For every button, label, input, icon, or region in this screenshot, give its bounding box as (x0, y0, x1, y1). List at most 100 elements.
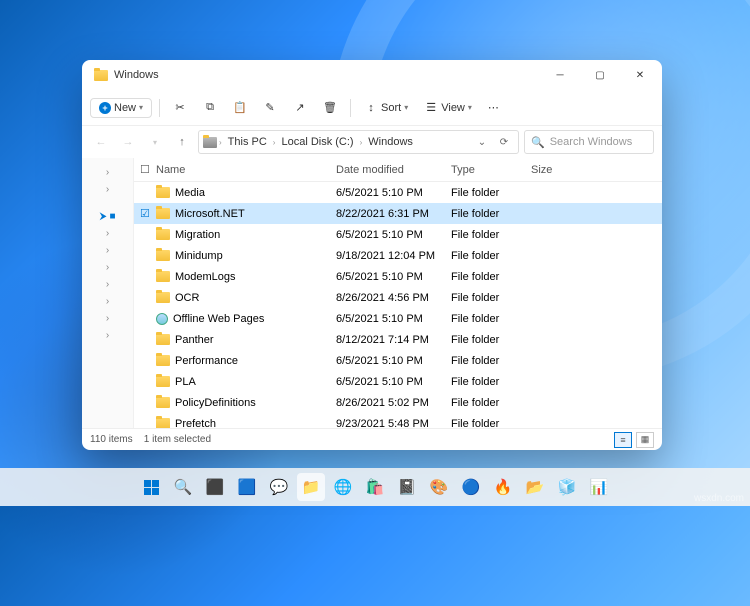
file-row[interactable]: Offline Web Pages 6/5/2021 5:10 PM File … (134, 308, 662, 329)
rename-button[interactable]: ✎ (257, 97, 283, 119)
folder-icon (156, 292, 170, 303)
file-date: 8/26/2021 5:02 PM (336, 397, 451, 409)
delete-button[interactable]: 🗑 (317, 97, 343, 119)
breadcrumb-thispc[interactable]: This PC (224, 134, 271, 150)
maximize-button[interactable]: ▢ (580, 60, 620, 90)
refresh-button[interactable]: ⟳ (494, 137, 514, 148)
folder-icon (156, 229, 170, 240)
folder-icon (156, 418, 170, 428)
select-all-checkbox[interactable]: ☐ (140, 163, 156, 176)
up-button[interactable]: ↑ (171, 131, 193, 153)
taskbar-chat[interactable]: 💬 (265, 473, 293, 501)
search-input[interactable]: 🔍 Search Windows (524, 130, 654, 154)
breadcrumb-dropdown[interactable]: ⌄ (472, 137, 492, 148)
icons-view-button[interactable]: ▦ (636, 432, 654, 448)
view-icon: ☰ (424, 101, 438, 115)
titlebar[interactable]: Windows ─ ▢ ✕ (82, 60, 662, 90)
taskbar-app5[interactable]: 📂 (521, 473, 549, 501)
file-date: 8/22/2021 6:31 PM (336, 208, 451, 220)
paste-button[interactable]: 📋 (227, 97, 253, 119)
plus-icon: + (99, 102, 111, 114)
taskbar: 🔍 ⬛ 🟦 💬 📁 🌐 🛍️ 📓 🎨 🔵 🔥 📂 🧊 📊 (0, 468, 750, 506)
toolbar: + New ▾ ✂ ⧉ 📋 ✎ ↗ 🗑 ↕ Sort ▾ ☰ View ▾ ⋯ (82, 90, 662, 126)
taskbar-search[interactable]: 🔍 (169, 473, 197, 501)
taskbar-app6[interactable]: 🧊 (553, 473, 581, 501)
file-type: File folder (451, 418, 531, 429)
file-type: File folder (451, 292, 531, 304)
file-row[interactable]: PLA 6/5/2021 5:10 PM File folder (134, 371, 662, 392)
column-name[interactable]: Name (156, 164, 336, 176)
taskbar-explorer[interactable]: 📁 (297, 473, 325, 501)
new-button[interactable]: + New ▾ (90, 98, 152, 118)
breadcrumb[interactable]: › This PC › Local Disk (C:) › Windows ⌄ … (198, 130, 519, 154)
taskbar-edge[interactable]: 🌐 (329, 473, 357, 501)
file-type: File folder (451, 271, 531, 283)
minimize-button[interactable]: ─ (540, 60, 580, 90)
breadcrumb-folder[interactable]: Windows (364, 134, 417, 150)
file-name: Performance (175, 355, 238, 367)
view-button[interactable]: ☰ View ▾ (418, 97, 478, 119)
file-name: Offline Web Pages (173, 313, 264, 325)
taskbar-app1[interactable]: 📓 (393, 473, 421, 501)
file-type: File folder (451, 355, 531, 367)
file-row[interactable]: Minidump 9/18/2021 12:04 PM File folder (134, 245, 662, 266)
column-size[interactable]: Size (531, 164, 591, 176)
copy-button[interactable]: ⧉ (197, 97, 223, 119)
file-list: ☐ Name Date modified Type Size Media 6/5… (134, 158, 662, 428)
file-type: File folder (451, 397, 531, 409)
file-name: PLA (175, 376, 196, 388)
file-name: PolicyDefinitions (175, 397, 256, 409)
taskbar-widgets[interactable]: 🟦 (233, 473, 261, 501)
file-type: File folder (451, 229, 531, 241)
file-type: File folder (451, 250, 531, 262)
status-bar: 110 items 1 item selected ≡ ▦ (82, 428, 662, 450)
scissors-icon: ✂ (173, 101, 187, 115)
file-date: 6/5/2021 5:10 PM (336, 355, 451, 367)
details-view-button[interactable]: ≡ (614, 432, 632, 448)
column-headers: ☐ Name Date modified Type Size (134, 158, 662, 182)
folder-icon (156, 187, 170, 198)
column-date[interactable]: Date modified (336, 164, 451, 176)
globe-icon (156, 313, 168, 325)
file-row[interactable]: Panther 8/12/2021 7:14 PM File folder (134, 329, 662, 350)
item-count: 110 items (90, 434, 133, 445)
file-name: Migration (175, 229, 220, 241)
sort-icon: ↕ (364, 101, 378, 115)
window-title: Windows (114, 69, 159, 81)
file-row[interactable]: PolicyDefinitions 8/26/2021 5:02 PM File… (134, 392, 662, 413)
taskbar-app2[interactable]: 🎨 (425, 473, 453, 501)
file-row[interactable]: ModemLogs 6/5/2021 5:10 PM File folder (134, 266, 662, 287)
sort-button[interactable]: ↕ Sort ▾ (358, 97, 414, 119)
drive-icon (203, 137, 217, 148)
taskbar-taskview[interactable]: ⬛ (201, 473, 229, 501)
column-type[interactable]: Type (451, 164, 531, 176)
taskbar-app4[interactable]: 🔥 (489, 473, 517, 501)
taskbar-app3[interactable]: 🔵 (457, 473, 485, 501)
file-row[interactable]: Prefetch 9/23/2021 5:48 PM File folder (134, 413, 662, 428)
file-row[interactable]: OCR 8/26/2021 4:56 PM File folder (134, 287, 662, 308)
close-button[interactable]: ✕ (620, 60, 660, 90)
breadcrumb-drive[interactable]: Local Disk (C:) (277, 134, 357, 150)
file-row[interactable]: Media 6/5/2021 5:10 PM File folder (134, 182, 662, 203)
more-button[interactable]: ⋯ (482, 97, 505, 118)
folder-icon (156, 334, 170, 345)
cut-button[interactable]: ✂ (167, 97, 193, 119)
file-type: File folder (451, 208, 531, 220)
chevron-down-icon: ▾ (139, 103, 143, 112)
file-row[interactable]: Microsoft.NET 8/22/2021 6:31 PM File fol… (134, 203, 662, 224)
back-button[interactable]: ← (90, 131, 112, 153)
file-row[interactable]: Performance 6/5/2021 5:10 PM File folder (134, 350, 662, 371)
taskbar-store[interactable]: 🛍️ (361, 473, 389, 501)
taskbar-app7[interactable]: 📊 (585, 473, 613, 501)
forward-button[interactable]: → (117, 131, 139, 153)
trash-icon: 🗑 (323, 101, 337, 115)
navigation-pane[interactable]: ›› ⮞ ■ ››› ››› › (82, 158, 134, 428)
rename-icon: ✎ (263, 101, 277, 115)
share-button[interactable]: ↗ (287, 97, 313, 119)
history-dropdown[interactable]: ▾ (144, 131, 166, 153)
start-button[interactable] (137, 473, 165, 501)
file-date: 6/5/2021 5:10 PM (336, 187, 451, 199)
selection-count: 1 item selected (144, 434, 211, 445)
copy-icon: ⧉ (203, 101, 217, 115)
file-row[interactable]: Migration 6/5/2021 5:10 PM File folder (134, 224, 662, 245)
